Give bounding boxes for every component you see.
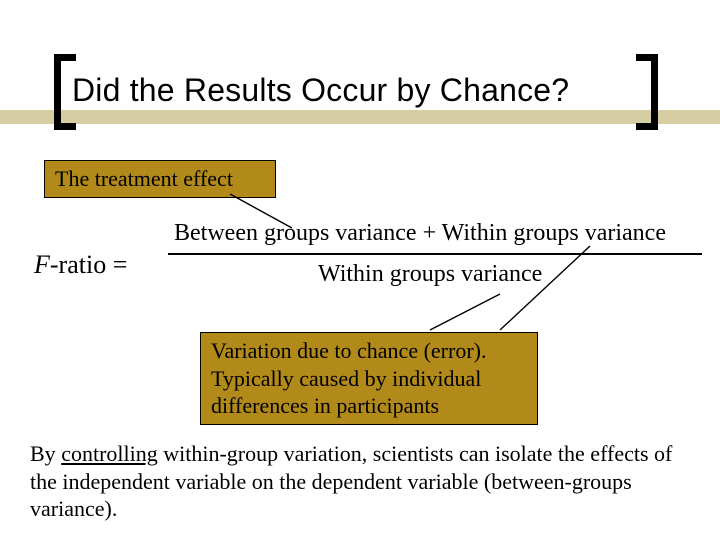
callout-chance-error: Variation due to chance (error). Typical… [200, 332, 538, 425]
equation-lhs: F-ratio = [34, 250, 127, 280]
slide-title: Did the Results Occur by Chance? [72, 72, 569, 109]
footer-paragraph: By controlling within-group variation, s… [30, 440, 690, 523]
pointer-chance-to-denominator [430, 294, 500, 330]
equation-numerator: Between groups variance + Within groups … [168, 220, 716, 247]
equation-fraction: Between groups variance + Within groups … [168, 220, 716, 288]
equation-denominator: Within groups variance [168, 261, 716, 288]
accent-bar [0, 110, 720, 124]
title-bracket-right [636, 54, 658, 130]
callout-treatment-effect: The treatment effect [44, 160, 276, 198]
fraction-rule [168, 253, 702, 255]
footer-pre: By [30, 441, 61, 466]
equation-symbol-F: F [34, 250, 50, 279]
equation-lhs-rest: -ratio = [50, 250, 127, 279]
footer-underlined: controlling [61, 441, 158, 466]
slide: Did the Results Occur by Chance? The tre… [0, 0, 720, 540]
